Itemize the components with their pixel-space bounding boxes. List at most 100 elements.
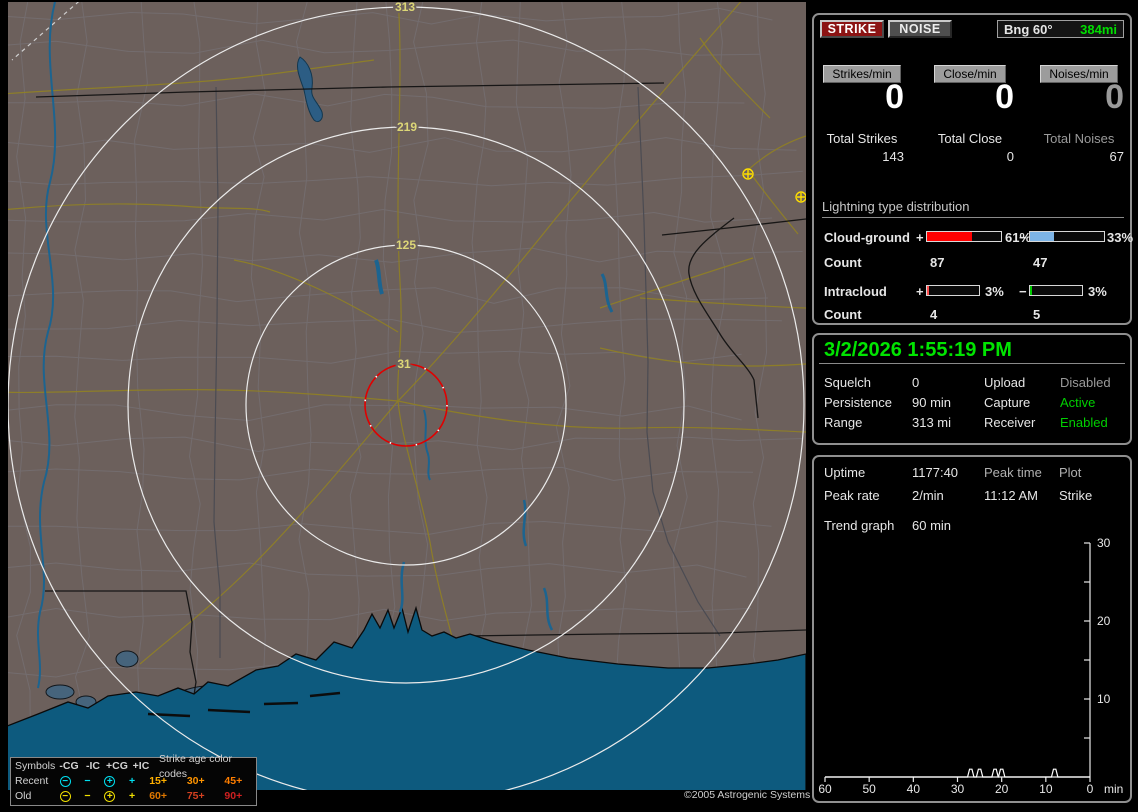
cg-positive-count: 87: [930, 255, 945, 270]
old-positive-cg-strike-icon: [795, 191, 807, 203]
noises-per-min-value: 0: [1105, 78, 1124, 116]
ic-negative-bar: [1029, 285, 1083, 296]
peak-time-value: 11:12 AM: [984, 488, 1038, 503]
bearing-range: 384mi: [1080, 21, 1117, 37]
age-90: 90+: [224, 790, 243, 802]
ring-label-219: 219: [397, 120, 417, 134]
trend-graph-label: Trend graph: [824, 518, 895, 533]
strike-map[interactable]: 313 219 125 31: [1, 0, 807, 804]
cg-negative-pct: 33%: [1107, 230, 1134, 245]
strikes-column: Strikes/min 0 Total Strikes 143: [818, 63, 906, 175]
cloud-ground-count-row: Count 87 47: [824, 255, 1048, 270]
age-75: 75+: [186, 790, 205, 802]
legend-col-pos-ic: +IC: [132, 760, 150, 772]
legend-col-neg-ic: -IC: [86, 760, 100, 772]
svg-text:10: 10: [1039, 782, 1053, 796]
plot-label: Plot: [1059, 465, 1082, 480]
trend-line: [825, 768, 1090, 778]
legend-col-pos-cg: +CG: [106, 760, 128, 772]
trend-graph: 60 50 40 30 20 10 0 min 30 20 10: [818, 536, 1123, 796]
legend-symbols-label: Symbols: [15, 760, 56, 772]
distribution-title: Lightning type distribution: [822, 199, 1124, 218]
ring-label-125: 125: [396, 238, 416, 252]
datetime-display: 3/2/2026 1:55:19 PM: [824, 339, 1012, 361]
total-close-label: Total Close: [937, 131, 1003, 146]
close-per-min-value: 0: [995, 78, 1014, 116]
receiver-status: Enabled: [1060, 415, 1108, 430]
svg-text:40: 40: [907, 782, 921, 796]
strikes-per-min-value: 0: [885, 78, 904, 116]
intracloud-label: Intracloud: [824, 284, 887, 299]
stats-panel: Uptime 1177:40 Peak time Plot Peak rate …: [812, 455, 1132, 803]
squelch-label: Squelch: [824, 375, 871, 390]
legend-header-row: Symbols -CG -IC +CG +IC Strike age color…: [13, 753, 256, 780]
strike-button[interactable]: STRIKE: [820, 20, 884, 38]
age-15: 15+: [149, 775, 168, 787]
positive-ic-icon: +: [129, 790, 136, 802]
range-label: Range: [824, 415, 863, 430]
capture-label: Capture: [984, 395, 1031, 410]
age-45: 45+: [224, 775, 243, 787]
peak-time-label: Peak time: [984, 465, 1042, 480]
age-30: 30+: [186, 775, 205, 787]
ic-positive-pct: 3%: [985, 284, 1004, 299]
close-column: Close/min 0 Total Close 0: [924, 63, 1016, 175]
upload-label: Upload: [984, 375, 1026, 390]
legend-old-row: Old − − + + 60+ 75+ 90+: [13, 789, 256, 804]
legend-col-neg-cg: -CG: [59, 760, 79, 772]
persistence-label: Persistence: [824, 395, 892, 410]
noises-column: Noises/min 0 Total Noises 67: [1032, 63, 1126, 175]
squelch-value: 0: [912, 375, 920, 390]
svg-text:60: 60: [818, 782, 832, 796]
map-legend: Symbols -CG -IC +CG +IC Strike age color…: [10, 753, 257, 806]
persistence-value: 90 min: [912, 395, 952, 410]
cloud-ground-label: Cloud-ground: [824, 230, 910, 245]
peak-rate-value: 2/min: [912, 488, 944, 503]
range-value: 313 mi: [912, 415, 952, 430]
negative-cg-icon: −: [59, 775, 71, 787]
age-60: 60+: [149, 790, 168, 802]
plot-value: Strike: [1059, 488, 1093, 503]
cg-negative-count: 47: [1033, 255, 1048, 270]
svg-text:10: 10: [1097, 692, 1111, 706]
stormvue-app: { "app": { "copyright": "©2005 Astrogeni…: [0, 0, 1138, 812]
uptime-value: 1177:40: [912, 465, 959, 480]
svg-text:0: 0: [1087, 782, 1094, 796]
negative-ic-icon: −: [84, 790, 91, 802]
cg-positive-bar: [926, 231, 1002, 242]
upload-status: Disabled: [1060, 375, 1111, 390]
svg-text:20: 20: [995, 782, 1009, 796]
intracloud-row: Intracloud + 3% − 3%: [824, 284, 1107, 299]
ic-positive-count: 4: [930, 307, 938, 322]
total-noises-label: Total Noises: [1043, 131, 1115, 146]
negative-cg-icon: −: [59, 790, 71, 802]
intracloud-count-row: Count 4 5: [824, 307, 1041, 322]
svg-text:min: min: [1104, 782, 1123, 796]
svg-text:50: 50: [862, 782, 876, 796]
ring-label-31: 31: [397, 357, 411, 371]
counters-panel: STRIKE NOISE Bng 60° 384mi Strikes/min 0…: [812, 13, 1134, 325]
bearing-label: Bng 60°: [1004, 21, 1053, 37]
receiver-label: Receiver: [984, 415, 1036, 430]
trend-window-value: 60 min: [912, 518, 952, 533]
noise-button[interactable]: NOISE: [888, 20, 952, 38]
status-panel: 3/2/2026 1:55:19 PM Squelch 0 Upload Dis…: [812, 333, 1132, 445]
legend-recent-row: Recent − − + + 15+ 30+ 45+: [13, 774, 256, 789]
peak-rate-label: Peak rate: [824, 488, 880, 503]
total-strikes-label: Total Strikes: [826, 131, 898, 146]
positive-ic-icon: +: [129, 775, 136, 787]
copyright-text: ©2005 Astrogenic Systems: [684, 789, 811, 801]
total-close-value: 0: [1006, 149, 1014, 164]
cloud-ground-row: Cloud-ground + 61% − 33%: [824, 230, 1134, 245]
ic-negative-pct: 3%: [1088, 284, 1107, 299]
cg-negative-bar: [1029, 231, 1105, 242]
capture-status: Active: [1060, 395, 1096, 410]
svg-text:30: 30: [951, 782, 965, 796]
svg-text:30: 30: [1097, 536, 1111, 550]
ic-positive-bar: [926, 285, 980, 296]
uptime-label: Uptime: [824, 465, 866, 480]
old-positive-cg-strike-icon: [742, 168, 754, 180]
negative-ic-icon: −: [84, 775, 91, 787]
ic-negative-count: 5: [1033, 307, 1041, 322]
positive-cg-icon: +: [104, 775, 116, 787]
